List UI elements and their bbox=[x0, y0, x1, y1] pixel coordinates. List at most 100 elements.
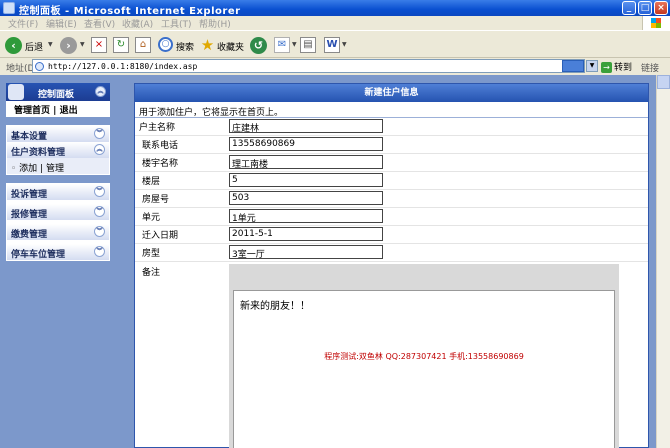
menu-bar: 文件(F) 编辑(E) 查看(V) 收藏(A) 工具(T) 帮助(H) bbox=[0, 16, 670, 30]
control-panel-icon bbox=[8, 84, 24, 100]
new-resident-form: 新建住户信息 用于添加住户，它将显示在首页上。 户主名称 庄建林 联系电话 13… bbox=[134, 83, 649, 448]
page-viewport: 控制面板 ︽ 管理首页 | 退出 基本设置 ︾ 住户资料管理 ︽ ◦ 添加 | 管理… bbox=[0, 75, 656, 448]
form-row: 房型 3室一厅 bbox=[135, 244, 648, 262]
expand-icon[interactable]: ︾ bbox=[94, 186, 105, 197]
ie-icon bbox=[3, 2, 15, 14]
sidebar-title: 控制面板 bbox=[38, 90, 75, 100]
print-icon[interactable]: ▤ bbox=[300, 37, 316, 53]
address-url[interactable]: http://127.0.0.1:8180/index.asp bbox=[48, 62, 197, 71]
owner-name-label: 户主名称 bbox=[139, 123, 176, 133]
back-dropdown-icon[interactable]: ▼ bbox=[48, 41, 53, 48]
toolbar: ‹ 后退 ▼ › ▼ × ↻ ⌂ ○ 搜索 ★ 收藏夹 ↺ ✉ ▼ ▤ W ▼ bbox=[0, 30, 670, 58]
move-in-date-input[interactable]: 2011-5-1 bbox=[229, 227, 383, 241]
sidebar-manage-link[interactable]: 管理 bbox=[46, 164, 64, 174]
floor-label: 楼层 bbox=[142, 177, 161, 187]
scroll-up-icon[interactable] bbox=[657, 75, 670, 89]
sidebar-section-basic: 基本设置 ︾ 住户资料管理 ︽ ◦ 添加 | 管理 bbox=[6, 125, 110, 175]
word-icon[interactable]: W bbox=[324, 37, 340, 53]
address-dropdown-icon[interactable]: ▼ bbox=[586, 60, 598, 72]
go-button-label: 转到 bbox=[614, 63, 633, 73]
collapse-icon[interactable]: ︽ bbox=[94, 144, 105, 155]
windows-logo-icon bbox=[642, 16, 670, 30]
form-row-notes: 备注 新来的朋友！！ 程序测试:双鱼林 QQ:287307421 手机:1355… bbox=[135, 262, 648, 448]
move-in-date-label: 迁入日期 bbox=[142, 231, 179, 241]
room-type-label: 房型 bbox=[142, 249, 161, 259]
forward-dropdown-icon[interactable]: ▼ bbox=[80, 41, 85, 48]
owner-name-input[interactable]: 庄建林 bbox=[229, 119, 383, 133]
sidebar-section-group: 投诉管理 ︾ 报修管理 ︾ 缴费管理 ︾ 停车车位管理 ︾ bbox=[6, 183, 110, 261]
link-separator: | bbox=[40, 164, 44, 174]
home-icon[interactable]: ⌂ bbox=[135, 37, 151, 53]
expand-icon[interactable]: ︾ bbox=[94, 128, 105, 139]
sidebar-item-parking[interactable]: 停车车位管理 ︾ bbox=[7, 244, 109, 260]
expand-icon[interactable]: ︾ bbox=[94, 206, 105, 217]
search-button-label[interactable]: 搜索 bbox=[176, 40, 194, 53]
link-separator: | bbox=[53, 106, 57, 116]
minimize-button[interactable]: _ bbox=[622, 1, 636, 15]
sidebar-item-complaints[interactable]: 投诉管理 ︾ bbox=[7, 184, 109, 200]
menu-tools[interactable]: 工具(T) bbox=[161, 17, 192, 30]
menu-help[interactable]: 帮助(H) bbox=[199, 17, 231, 30]
notes-editor-area[interactable]: 新来的朋友！！ 程序测试:双鱼林 QQ:287307421 手机:1355869… bbox=[233, 290, 615, 448]
unit-input[interactable]: 1单元 bbox=[229, 209, 383, 223]
word-dropdown-icon[interactable]: ▼ bbox=[342, 41, 347, 48]
form-row: 单元 1单元 bbox=[135, 208, 648, 226]
room-number-label: 房屋号 bbox=[142, 195, 170, 205]
vertical-scrollbar[interactable] bbox=[656, 75, 670, 448]
links-button[interactable]: 链接 bbox=[641, 61, 659, 74]
form-intro: 用于添加住户，它将显示在首页上。 bbox=[135, 102, 648, 118]
back-button-label[interactable]: 后退 bbox=[25, 40, 43, 53]
sidebar-add-link[interactable]: 添加 bbox=[19, 164, 37, 174]
addon-icon[interactable] bbox=[562, 60, 584, 72]
menu-edit[interactable]: 编辑(E) bbox=[46, 17, 77, 30]
notes-content[interactable]: 新来的朋友！！ bbox=[240, 297, 310, 312]
go-arrow-icon: → bbox=[601, 62, 612, 73]
building-input[interactable]: 理工南楼 bbox=[229, 155, 383, 169]
stop-icon[interactable]: × bbox=[91, 37, 107, 53]
credit-text: 程序测试:双鱼林 QQ:287307421 手机:13558690869 bbox=[324, 352, 524, 361]
go-button[interactable]: → 转到 bbox=[601, 60, 632, 73]
form-row: 楼宇名称 理工南楼 bbox=[135, 154, 648, 172]
unit-label: 单元 bbox=[142, 213, 161, 223]
sidebar-section-title[interactable]: 住户资料管理 ︽ bbox=[7, 142, 109, 158]
forward-icon[interactable]: › bbox=[60, 37, 77, 54]
phone-input[interactable]: 13558690869 bbox=[229, 137, 383, 151]
sidebar-section-title[interactable]: 基本设置 ︾ bbox=[7, 126, 109, 142]
menu-view[interactable]: 查看(V) bbox=[84, 17, 115, 30]
notes-label: 备注 bbox=[142, 268, 161, 278]
form-row: 楼层 5 bbox=[135, 172, 648, 190]
form-row: 迁入日期 2011-5-1 bbox=[135, 226, 648, 244]
favorites-button-label[interactable]: 收藏夹 bbox=[217, 40, 244, 53]
refresh-icon[interactable]: ↻ bbox=[113, 37, 129, 53]
maximize-button[interactable]: □ bbox=[638, 1, 652, 15]
search-icon[interactable]: ○ bbox=[158, 37, 173, 52]
sidebar-subitems: ◦ 添加 | 管理 bbox=[7, 158, 109, 174]
window-title: 控制面板 - Microsoft Internet Explorer bbox=[19, 6, 241, 17]
home-link[interactable]: 管理首页 bbox=[14, 106, 50, 116]
menu-file[interactable]: 文件(F) bbox=[8, 17, 38, 30]
mail-dropdown-icon[interactable]: ▼ bbox=[292, 41, 297, 48]
address-input[interactable]: http://127.0.0.1:8180/index.asp bbox=[32, 59, 585, 73]
logout-link[interactable]: 退出 bbox=[60, 106, 78, 116]
back-icon[interactable]: ‹ bbox=[5, 37, 22, 54]
sidebar-header: 控制面板 ︽ bbox=[6, 83, 110, 101]
expand-icon[interactable]: ︾ bbox=[94, 226, 105, 237]
menu-favorites[interactable]: 收藏(A) bbox=[122, 17, 153, 30]
form-row: 户主名称 庄建林 bbox=[135, 118, 648, 136]
address-bar: 地址(D) http://127.0.0.1:8180/index.asp ▼ … bbox=[0, 58, 670, 74]
floor-input[interactable]: 5 bbox=[229, 173, 383, 187]
close-button[interactable]: × bbox=[654, 1, 668, 15]
form-title: 新建住户信息 bbox=[135, 84, 648, 102]
room-number-input[interactable]: 503 bbox=[229, 191, 383, 205]
room-type-input[interactable]: 3室一厅 bbox=[229, 245, 383, 259]
building-label: 楼宇名称 bbox=[142, 159, 179, 169]
favorites-icon[interactable]: ★ bbox=[199, 37, 216, 54]
sidebar-item-repairs[interactable]: 报修管理 ︾ bbox=[7, 204, 109, 220]
sidebar-item-payments[interactable]: 缴费管理 ︾ bbox=[7, 224, 109, 240]
mail-icon[interactable]: ✉ bbox=[274, 37, 290, 53]
collapse-icon[interactable]: ︽ bbox=[95, 86, 106, 97]
sidebar: 控制面板 ︽ 管理首页 | 退出 基本设置 ︾ 住户资料管理 ︽ ◦ 添加 | 管理… bbox=[6, 83, 110, 261]
form-row: 联系电话 13558690869 bbox=[135, 136, 648, 154]
expand-icon[interactable]: ︾ bbox=[94, 246, 105, 257]
media-icon[interactable]: ↺ bbox=[250, 37, 267, 54]
